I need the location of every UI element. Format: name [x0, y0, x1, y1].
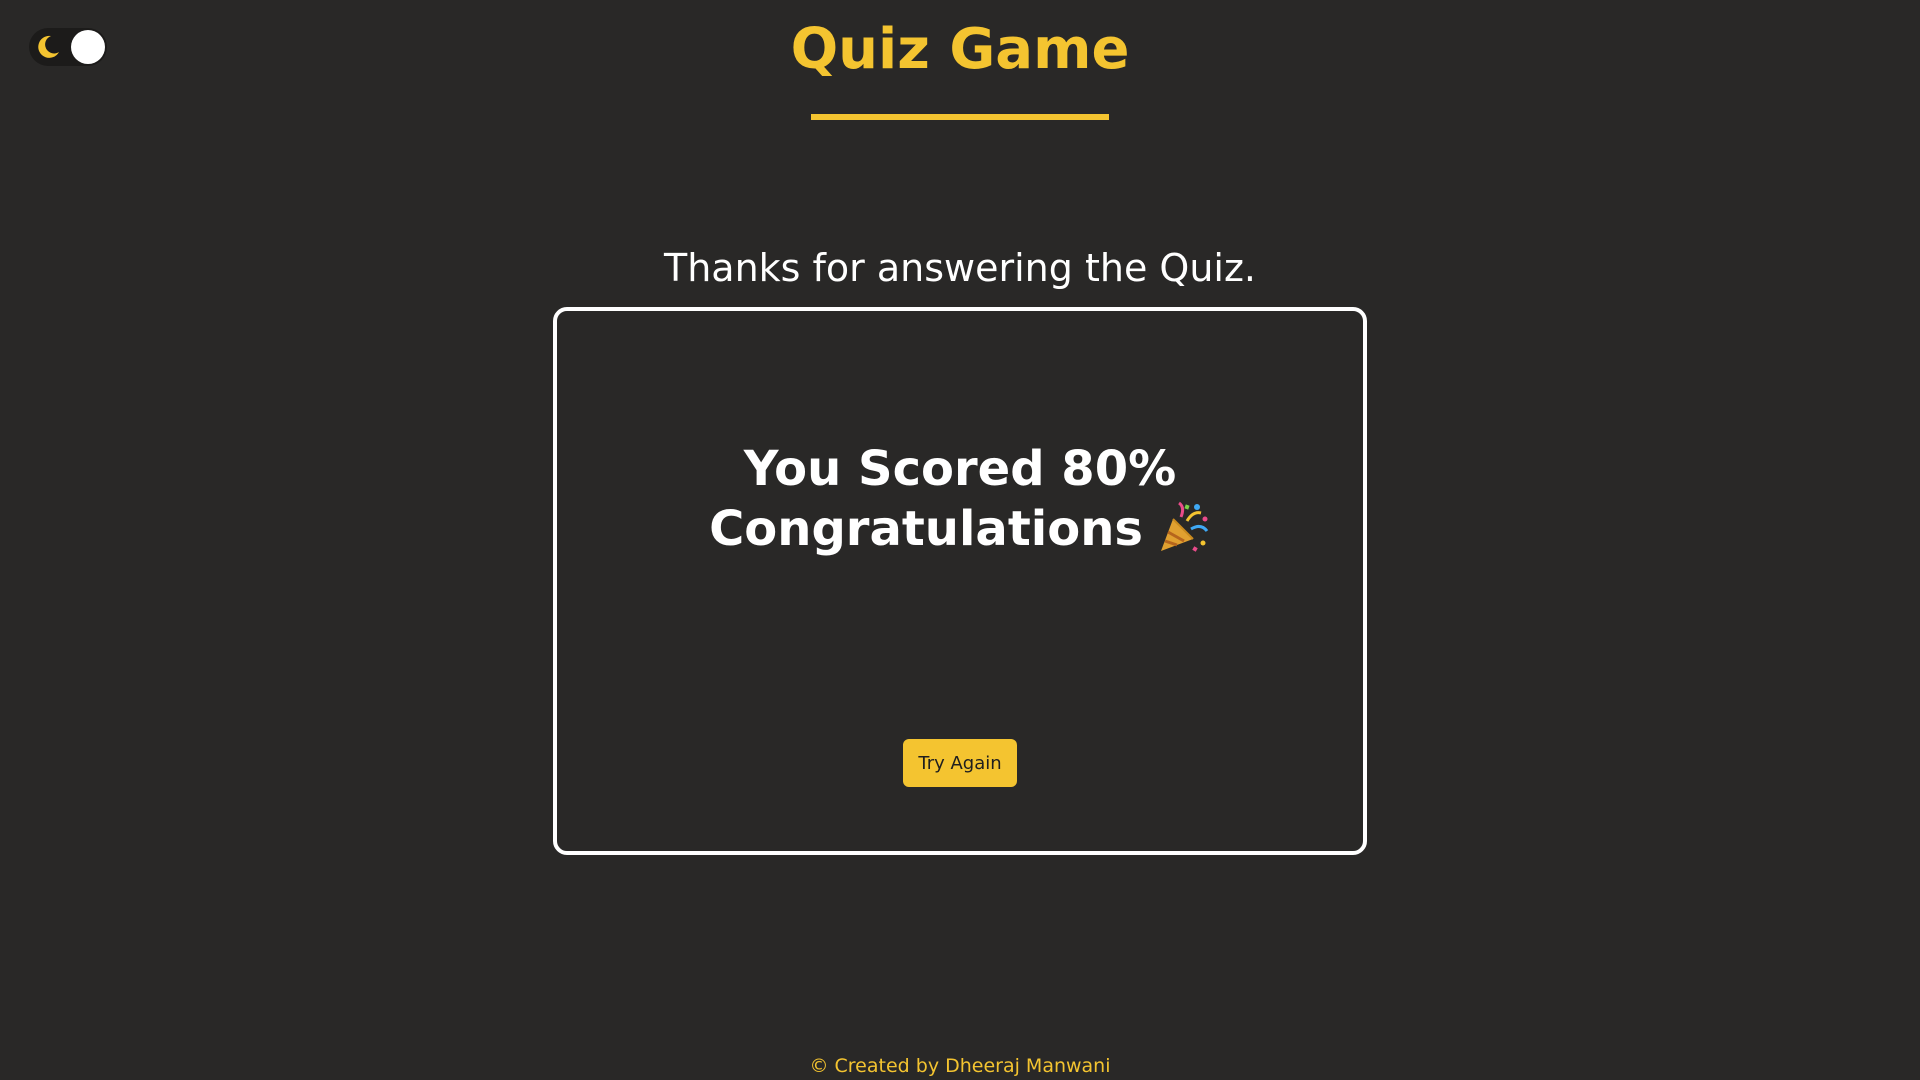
quiz-page: Quiz Game Thanks for answering the Quiz.… [0, 0, 1920, 1080]
thanks-message: Thanks for answering the Quiz. [664, 246, 1256, 290]
footer-credit: © Created by Dheeraj Manwani [809, 1055, 1111, 1077]
congrats-text: Congratulations [709, 501, 1143, 557]
score-text: You Scored 80% [743, 441, 1177, 497]
title-underline [811, 114, 1109, 120]
party-popper-icon [1160, 501, 1209, 552]
page-title: Quiz Game [790, 17, 1130, 82]
result-card: You Scored 80% Congratulations Try Again [553, 307, 1367, 855]
try-again-button[interactable]: Try Again [903, 739, 1017, 787]
score-block: You Scored 80% Congratulations [557, 439, 1363, 559]
congrats-line: Congratulations [557, 499, 1363, 559]
